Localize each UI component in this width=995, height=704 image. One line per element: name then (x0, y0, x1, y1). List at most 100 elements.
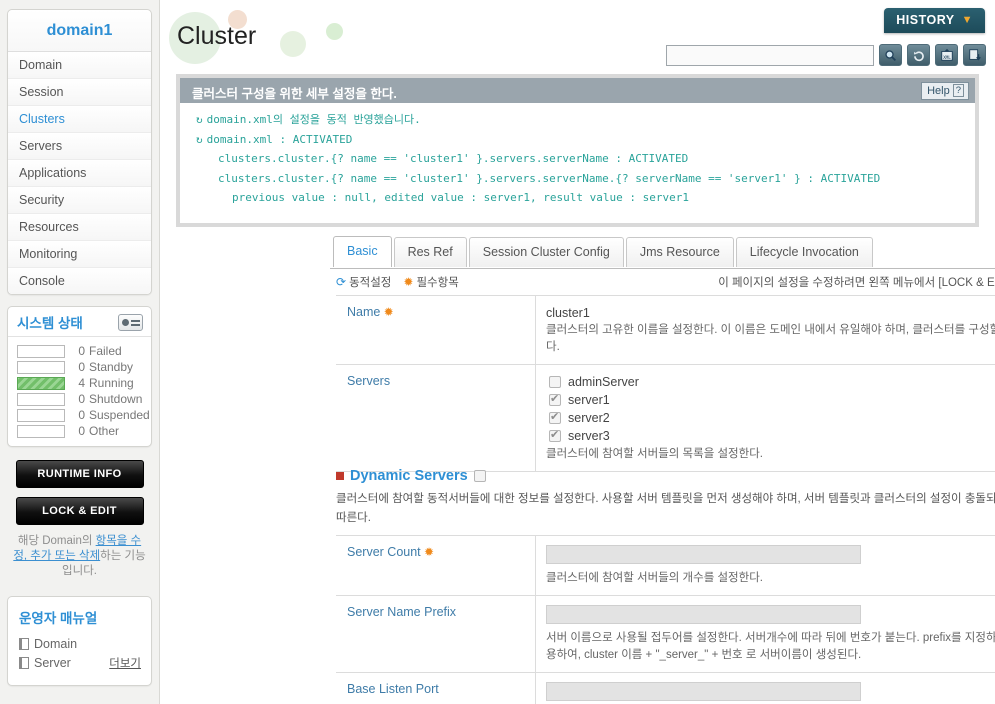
status-label: Running (89, 376, 134, 390)
system-status-card: 시스템 상태 0 Failed 0 Standby 4 Running 0 Shutdown 0… (7, 306, 152, 447)
sidebar-item-resources[interactable]: Resources (8, 214, 151, 241)
sidebar-item-console[interactable]: Console (8, 268, 151, 294)
sidebar-item-label: Domain (19, 58, 63, 72)
bullet-icon (336, 472, 344, 480)
checkbox-adminServer[interactable] (549, 376, 561, 388)
lock-edit-button[interactable]: LOCK & EDIT (15, 497, 144, 525)
sidebar-item-applications[interactable]: Applications (8, 160, 151, 187)
dynamic-servers-title: Dynamic Servers (350, 468, 468, 484)
search-input[interactable] (666, 44, 874, 66)
form-value-cell: cluster1 클러스터의 고유한 이름을 설정한다. 이 이름은 도메인 내에… (536, 296, 995, 364)
legend-right: 이 페이지의 설정을 수정하려면 왼쪽 메뉴에서 [LOCK & EDIT] 버… (718, 274, 995, 290)
status-label: Failed (89, 344, 122, 358)
manual-item-server[interactable]: Server 더보기 (8, 653, 151, 673)
message-panel-title-text: 클러스터 구성을 위한 세부 설정을 한다. (192, 87, 397, 101)
refresh-icon[interactable] (907, 44, 930, 66)
tab-res-ref[interactable]: Res Ref (393, 237, 467, 267)
help-label: Help (927, 84, 950, 97)
checkbox-label: adminServer (568, 375, 639, 389)
legend-required-label: 필수항목 (416, 277, 459, 289)
dynamic-servers-section: Dynamic Servers 클러스터에 참여할 동적서버들에 대한 정보를 … (336, 468, 995, 528)
message-log-text: previous value : null, edited value : se… (232, 191, 689, 204)
form-label-cell: Server Name Prefix (336, 596, 536, 672)
tab-session-cluster-config[interactable]: Session Cluster Config (468, 237, 624, 267)
required-field-icon: ✹ (403, 275, 414, 289)
status-label: Other (89, 424, 120, 438)
manual-title: 운영자 매뉴얼 (19, 611, 98, 626)
form-description-text: 클러스터의 고유한 이름을 설정한다. 이 이름은 도메인 내에서 유일해야 하… (546, 324, 995, 353)
legend-required: ✹ 필수항목 (403, 274, 458, 290)
sidebar-item-session[interactable]: Session (8, 79, 151, 106)
app-root: domain1 Domain Session Clusters Servers Appl… (0, 0, 995, 704)
form-label-cell: Server Count ✹ (336, 536, 536, 595)
tab-jms-resource[interactable]: Jms Resource (625, 237, 734, 267)
decorative-blob-green-mid (280, 31, 306, 57)
sidebar-item-label: Security (19, 193, 65, 207)
form-label-cell: Name ✹ (336, 296, 536, 364)
server-count-input[interactable] (546, 545, 861, 564)
base-listen-port-input[interactable] (546, 682, 861, 701)
legend-hint: 이 페이지의 설정을 수정하려면 왼쪽 메뉴에서 [LOCK & EDIT] 버… (718, 277, 995, 289)
message-log-text: domain.xml : ACTIVATED (206, 132, 353, 146)
form-row: Base Listen Port [default: 9736] 통합 Liste… (336, 672, 995, 704)
download-icon[interactable] (963, 44, 986, 66)
status-row-running: 4 Running (8, 375, 151, 391)
sidebar-item-label: Monitoring (19, 247, 78, 261)
xml-export-icon[interactable]: XML (935, 44, 958, 66)
status-row-suspended: 0 Suspended (8, 407, 151, 423)
message-panel-title: 클러스터 구성을 위한 세부 설정을 한다. Help ? (180, 78, 975, 103)
checkbox-server2[interactable] (549, 410, 561, 424)
history-button[interactable]: HISTORY ▼ (884, 8, 985, 33)
dynamic-servers-checkbox[interactable] (473, 470, 486, 482)
sidebar-item-label: Applications (19, 166, 87, 180)
server-checkbox-row[interactable]: server1 (546, 392, 995, 410)
server-checkbox-row[interactable]: server2 (546, 410, 995, 428)
form-bottom-rows: Server Count ✹ 클러스터에 참여할 서버들의 개수를 설정한다. Se… (336, 535, 995, 704)
tab-label: Basic (347, 244, 378, 258)
sidebar-item-label: Resources (19, 220, 79, 234)
sidebar-item-domain[interactable]: Domain (8, 52, 151, 79)
sidebar-item-security[interactable]: Security (8, 187, 151, 214)
runtime-info-button[interactable]: RUNTIME INFO (15, 460, 144, 488)
legend-dynamic: ⟳ 동적설정 (336, 274, 391, 290)
page-header: Cluster HISTORY ▼ XML (160, 0, 995, 76)
system-status-header: 시스템 상태 (8, 307, 151, 337)
manual-more-link[interactable]: 더보기 (109, 655, 141, 671)
form-label: Server Name Prefix (347, 605, 457, 619)
help-button[interactable]: Help ? (921, 82, 969, 100)
legend-row: ⟳ 동적설정 ✹ 필수항목 이 페이지의 설정을 수정하려면 왼쪽 메뉴에서 [… (336, 274, 995, 290)
sidebar: domain1 Domain Session Clusters Servers Appl… (0, 0, 160, 704)
tab-label: Lifecycle Invocation (749, 245, 859, 259)
form-description-text: 클러스터에 참여할 서버들의 개수를 설정한다. (546, 572, 763, 584)
manual-item-domain[interactable]: Domain (8, 635, 151, 653)
tab-underline (330, 268, 995, 269)
required-field-icon: ✹ (380, 305, 394, 319)
checkbox-label: server1 (568, 393, 610, 407)
legend-dynamic-label: 동적설정 (349, 277, 392, 289)
status-count: 4 (78, 376, 85, 390)
server-checkbox-row[interactable]: server3 (546, 428, 995, 446)
form-value-cell: [default: 9736] 통합 Listener의 포트를 설정한다. 기… (536, 673, 995, 704)
form-label: Servers (347, 374, 391, 388)
monitor-icon[interactable] (118, 313, 143, 331)
checkbox-label: server2 (568, 411, 610, 425)
tab-label: Session Cluster Config (482, 245, 610, 259)
checkbox-server3[interactable] (549, 428, 561, 442)
sidebar-item-monitoring[interactable]: Monitoring (8, 241, 151, 268)
status-label: Suspended (89, 408, 150, 422)
message-log-line: clusters.cluster.{? name == 'cluster1' }… (190, 169, 975, 189)
search-toolbar: XML (666, 44, 986, 66)
sidebar-item-servers[interactable]: Servers (8, 133, 151, 160)
sidebar-item-clusters[interactable]: Clusters (8, 106, 151, 133)
server-name-prefix-input[interactable] (546, 605, 861, 624)
status-count: 0 (78, 392, 85, 406)
server-checkbox-row[interactable]: adminServer (546, 374, 995, 392)
form-description-text: 클러스터에 참여할 서버들의 목록을 설정한다. (546, 448, 763, 460)
checkbox-server1[interactable] (549, 392, 561, 406)
message-panel: 클러스터 구성을 위한 세부 설정을 한다. Help ? ↻ domain.xm… (176, 74, 979, 227)
dynamic-setting-icon: ⟳ (336, 275, 347, 289)
tab-basic[interactable]: Basic (333, 236, 392, 267)
search-icon[interactable] (879, 44, 902, 66)
status-bar (17, 392, 65, 406)
tab-lifecycle-invocation[interactable]: Lifecycle Invocation (735, 237, 873, 267)
